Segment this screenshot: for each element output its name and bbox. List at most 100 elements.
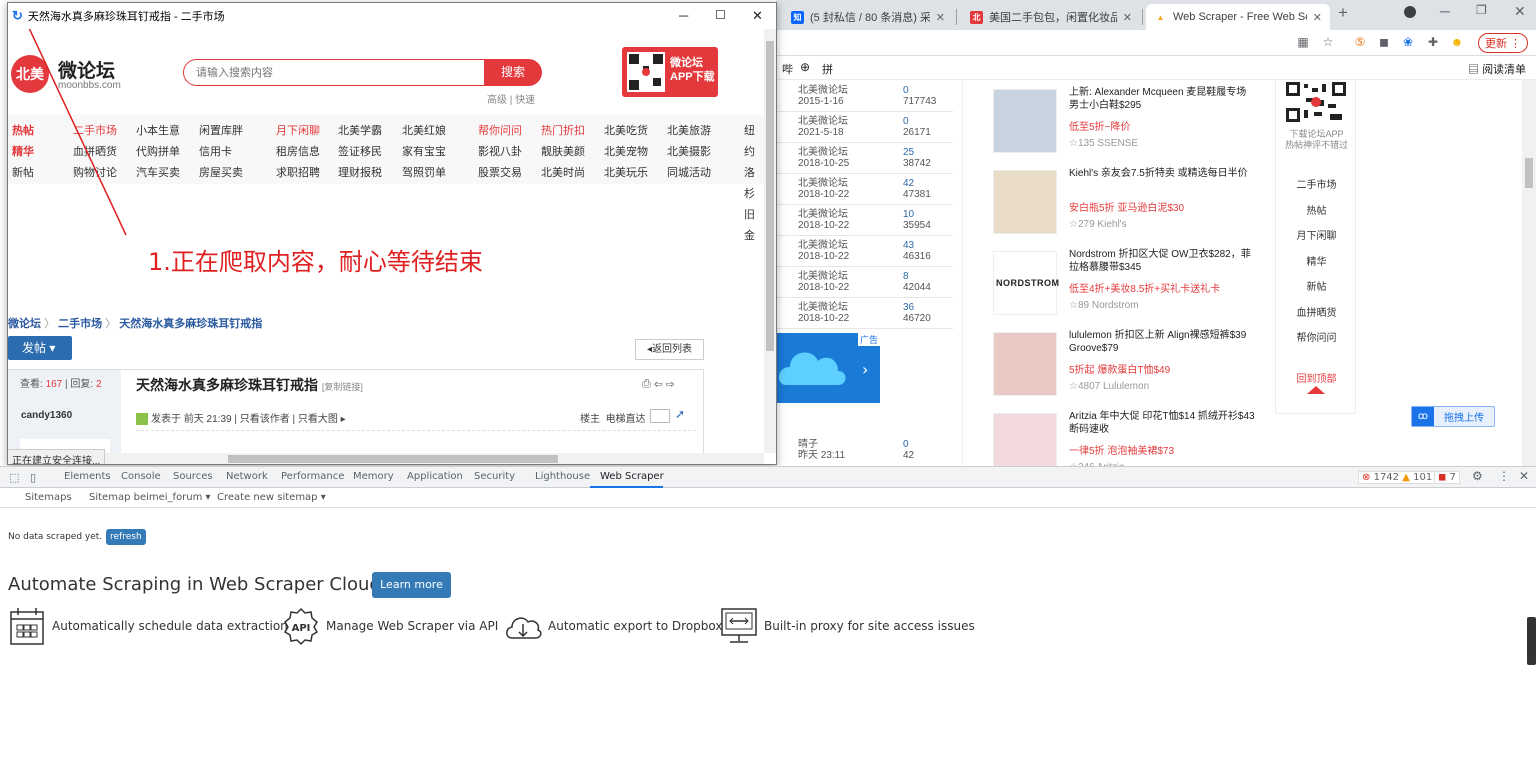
close-tab-icon[interactable]: ✕ [1123, 11, 1132, 24]
popup-maximize-icon[interactable]: ☐ [715, 8, 726, 22]
popup-vertical-scrollbar[interactable] [764, 29, 776, 453]
popup-close-icon[interactable]: ✕ [752, 8, 763, 24]
drag-upload-button[interactable]: ꝏ 拖拽上传 [1411, 406, 1495, 427]
create-sitemap-dropdown[interactable]: Create new sitemap ▾ [217, 492, 326, 503]
nav-link[interactable]: 股票交易 [478, 163, 522, 184]
devtools-tab-memory[interactable]: Memory [353, 471, 394, 482]
breadcrumb-home[interactable]: 微论坛 [8, 318, 41, 330]
nav-link[interactable]: 洛杉 [744, 163, 764, 205]
extension-dark-icon[interactable]: ◼ [1377, 35, 1391, 49]
reading-list-button[interactable]: ▤ 阅读清单 [1468, 61, 1526, 77]
author-name[interactable]: candy1360 [21, 410, 72, 421]
thread-list-row[interactable]: 北美微论坛 2018-10-22 8 42044 [776, 267, 953, 298]
thread-tools[interactable]: ⎙ ⇦ ⇨ [642, 378, 675, 391]
post-meta-text[interactable]: 发表于 前天 21:39 | 只看该作者 | 只看大图 ▸ [151, 414, 346, 425]
page-scrollbar[interactable] [1522, 80, 1536, 466]
thread-list-row[interactable]: 北美微论坛 2021-5-18 0 26171 [776, 112, 953, 143]
deal-item[interactable]: NORDSTROM Nordstrom 折扣区大促 OW卫衣$282，菲拉格慕腰带… [990, 246, 1280, 326]
devtools-tab-console[interactable]: Console [121, 471, 161, 482]
thread-list-row[interactable]: 晴子 昨天 23:11 0 42 [776, 435, 953, 466]
devtools-tab-lighthouse[interactable]: Lighthouse [535, 471, 590, 482]
close-tab-icon[interactable]: ✕ [1313, 11, 1322, 24]
nav-link[interactable]: 租房信息 [276, 142, 320, 163]
bookmark-item[interactable]: 哔 [782, 61, 793, 77]
deal-image[interactable] [993, 332, 1057, 396]
breadcrumb-section[interactable]: 二手市场 [58, 318, 102, 330]
thread-list-row[interactable]: 北美微论坛 2018-10-22 42 47381 [776, 174, 953, 205]
nav-link[interactable]: 北美吃货 [604, 121, 648, 142]
extensions-puzzle-icon[interactable]: ✚ [1426, 35, 1440, 49]
popup-minimize-icon[interactable]: ─ [679, 8, 688, 23]
devtools-tab-performance[interactable]: Performance [281, 471, 344, 482]
profile-avatar-icon[interactable]: ☻ [1450, 35, 1464, 49]
minimize-icon[interactable]: ─ [1440, 3, 1450, 19]
close-window-icon[interactable]: ✕ [1514, 3, 1526, 20]
console-counts[interactable]: ⊗ 1742 ▲ 101 [1358, 471, 1437, 484]
thread-list-row[interactable]: 北美微论坛 2018-10-22 10 35954 [776, 205, 953, 236]
deal-item[interactable]: lululemon 折扣区上新 Align裸感短裤$39 Groove$79 5折… [990, 327, 1280, 407]
browser-tab-moonbbs[interactable]: 北 美国二手包包，闲置化妆品，二 ✕ [962, 4, 1140, 30]
new-tab-button[interactable]: + [1338, 3, 1348, 23]
nav-link[interactable]: 北美红娘 [402, 121, 446, 142]
nav-link[interactable]: 纽约 [744, 121, 764, 163]
nav-link[interactable]: 同城活动 [667, 163, 711, 184]
close-devtools-icon[interactable]: ✕ [1519, 469, 1529, 483]
bookmark-star-icon[interactable]: ☆ [1321, 35, 1335, 49]
deal-title[interactable]: lululemon 折扣区上新 Align裸感短裤$39 Groove$79 [1069, 329, 1259, 355]
nav-link[interactable]: 房屋买卖 [199, 163, 243, 184]
quick-link[interactable]: 二手市场 [1276, 176, 1357, 191]
nav-link[interactable]: 旧金 [744, 205, 764, 247]
nav-link[interactable]: 靓肤美颜 [541, 142, 585, 163]
nav-link[interactable]: 北美宠物 [604, 142, 648, 163]
quick-link[interactable]: 热帖 [1276, 202, 1357, 217]
thread-list-row[interactable]: 北美微论坛 2018-10-22 36 46720 [776, 298, 953, 329]
popup-titlebar[interactable]: ↻ 天然海水真多麻珍珠耳钉戒指 - 二手市场 [8, 3, 776, 29]
ad-banner[interactable]: › 广告 [776, 333, 880, 403]
devtools-tab-security[interactable]: Security [474, 471, 515, 482]
thread-list-row[interactable]: 北美微论坛 2018-10-25 25 38742 [776, 143, 953, 174]
thread-list-row[interactable]: 北美微论坛 2015-1-16 0 717743 [776, 81, 953, 112]
copy-link[interactable]: [复制链接] [322, 382, 363, 392]
quick-link[interactable]: 精华 [1276, 253, 1357, 268]
nav-link[interactable]: 北美摄影 [667, 142, 711, 163]
devtools-tab-web-scraper[interactable]: Web Scraper [600, 471, 664, 482]
back-to-top-link[interactable]: 回到顶部 [1276, 370, 1357, 385]
update-button[interactable]: 更新 ⋮ [1478, 33, 1528, 53]
nav-link[interactable]: 月下闲聊 [276, 121, 320, 142]
devtools-tab-application[interactable]: Application [407, 471, 463, 482]
forum-search-input[interactable] [183, 59, 493, 86]
nav-link[interactable]: 帮你问问 [478, 121, 522, 142]
nav-link[interactable]: 理财报税 [338, 163, 382, 184]
thread-list-row[interactable]: 北美微论坛 2018-10-22 43 46316 [776, 236, 953, 267]
deal-title[interactable]: Kiehl's 亲友会7.5折特卖 或精选每日半价 [1069, 167, 1259, 180]
quick-link[interactable]: 帮你问问 [1276, 329, 1357, 344]
floor-jump-input[interactable] [650, 409, 670, 423]
breadcrumb-thread[interactable]: 天然海水真多麻珍珠耳钉戒指 [119, 318, 262, 330]
device-toolbar-icon[interactable]: ▯ [30, 471, 36, 484]
app-download-banner[interactable]: 微论坛 APP下载 [622, 47, 718, 97]
bookmark-item[interactable]: 拼 [822, 61, 833, 77]
forum-search-button[interactable]: 搜索 [484, 59, 542, 86]
nav-link[interactable]: 北美时尚 [541, 163, 585, 184]
nav-link[interactable]: 影视八卦 [478, 142, 522, 163]
extension-blue-icon[interactable]: ❀ [1401, 35, 1415, 49]
nav-link[interactable]: 签证移民 [338, 142, 382, 163]
deal-title[interactable]: Aritzia 年中大促 印花T恤$14 抓绒开衫$43 断码速收 [1069, 410, 1259, 436]
devtools-tab-sources[interactable]: Sources [173, 471, 213, 482]
nav-link[interactable]: 信用卡 [199, 142, 243, 163]
quick-link[interactable]: 血拼晒货 [1276, 304, 1357, 319]
nav-link[interactable]: 求职招聘 [276, 163, 320, 184]
back-to-list-button[interactable]: ◂返回列表 [635, 339, 704, 360]
nav-link[interactable]: 北美旅游 [667, 121, 711, 142]
nav-link[interactable]: 热门折扣 [541, 121, 585, 142]
browser-tab-zhihu[interactable]: 知 (5 封私信 / 80 条消息) 采槽 - 知 ✕ [783, 4, 953, 30]
qr-code-icon[interactable]: ▦ [1296, 35, 1310, 49]
close-tab-icon[interactable]: ✕ [936, 11, 945, 24]
deal-title[interactable]: Nordstrom 折扣区大促 OW卫衣$282，菲拉格慕腰带$345 [1069, 248, 1259, 274]
deal-item[interactable]: Kiehl's 亲友会7.5折特卖 或精选每日半价 安白瓶5折 亚马逊白泥$30 ☆… [990, 165, 1280, 245]
sitemaps-link[interactable]: Sitemaps [25, 492, 72, 503]
inspect-element-icon[interactable]: ⬚ [9, 471, 19, 484]
sitemap-dropdown[interactable]: Sitemap beimei_forum ▾ [89, 492, 211, 503]
devtools-tab-elements[interactable]: Elements [64, 471, 111, 482]
quick-link[interactable]: 月下闲聊 [1276, 227, 1357, 242]
